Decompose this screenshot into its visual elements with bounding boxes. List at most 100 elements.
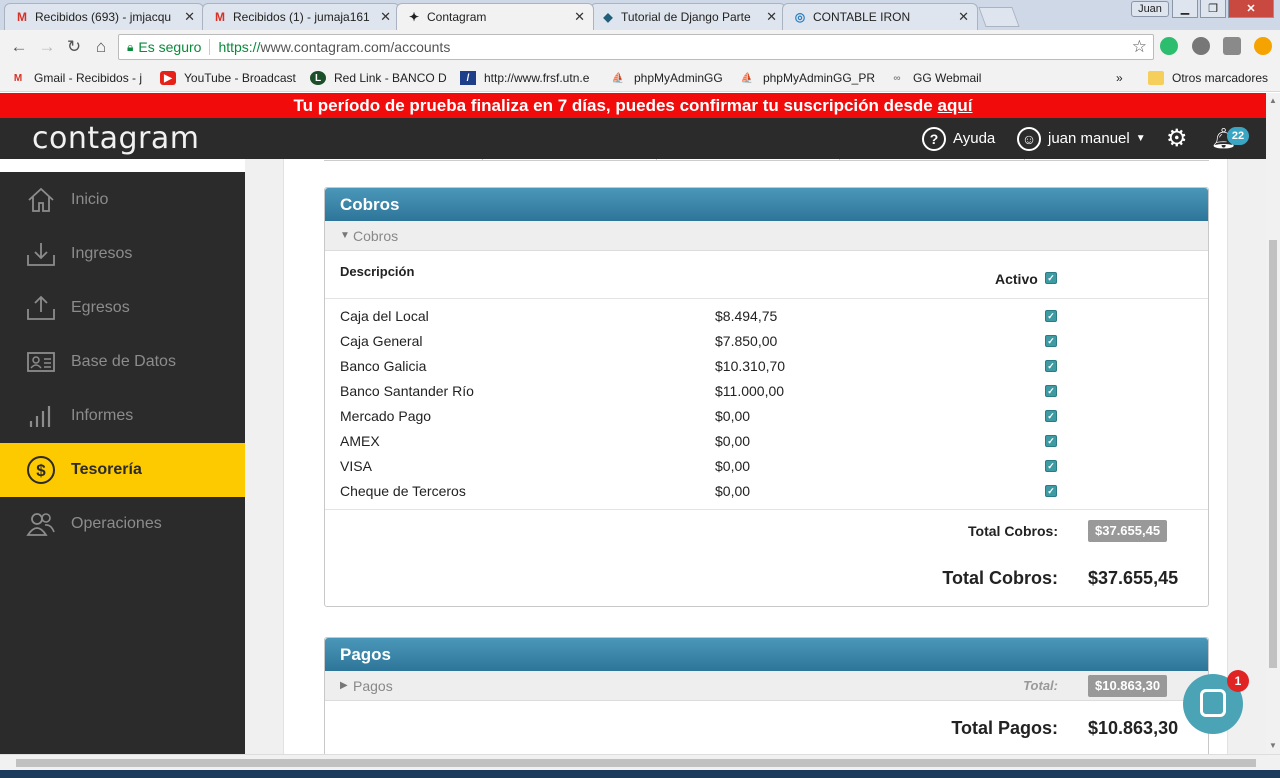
profile-chip[interactable]: Juan [1131,1,1169,17]
bookmark-item[interactable]: / http://www.frsf.utn.e [460,70,598,86]
sidebar-item-informes[interactable]: Informes [0,389,245,443]
vertical-scrollbar[interactable]: ▲ ▼ [1266,93,1280,754]
redlink-icon: L [310,71,326,85]
gmail-icon: M [215,10,225,24]
top-navbar: contagram ? Ayuda ☺ juan manuel ▼ ⚙ 🔔︎ 2… [0,118,1266,159]
pagos-total-label: Total: [1023,678,1058,693]
bookmark-item[interactable]: ⛵ phpMyAdminGG_PR [739,70,875,86]
maximize-button[interactable]: ❐ [1200,0,1226,18]
tab-title: Tutorial de Django Parte [621,10,751,24]
reload-icon[interactable]: ↻ [63,36,85,58]
divider [325,298,1208,299]
minimize-button[interactable]: ▁ [1172,0,1198,18]
active-checkbox[interactable]: ✓ [1045,385,1057,397]
extension-chat-icon[interactable] [1160,37,1178,55]
account-amount: $0,00 [715,483,751,499]
user-icon: ☺ [1017,126,1041,151]
back-icon[interactable]: ← [8,36,30,58]
active-checkbox[interactable]: ✓ [1045,310,1057,322]
bookmark-item[interactable]: ∞ GG Webmail [889,70,999,86]
contagram-logo[interactable]: contagram [32,121,200,156]
scroll-up-icon[interactable]: ▲ [1269,96,1277,105]
close-tab-icon[interactable]: ✕ [766,9,777,25]
dollar-coin-icon: $ [26,455,56,485]
help-button[interactable]: ? Ayuda [922,118,995,159]
account-amount: $8.494,75 [715,308,778,324]
select-all-active-checkbox[interactable]: ✓ [1045,272,1057,284]
new-tab-button[interactable] [978,7,1020,27]
browser-tab-active[interactable]: ✦ Contagram ✕ [396,3,594,30]
active-checkbox[interactable]: ✓ [1045,485,1057,497]
sidebar-item-egresos[interactable]: Egresos [0,281,245,335]
active-checkbox[interactable]: ✓ [1045,435,1057,447]
account-amount: $0,00 [715,408,751,424]
sidebar-item-label: Operaciones [71,515,162,532]
close-tab-icon[interactable]: ✕ [184,9,195,25]
bookmark-item[interactable]: ⛵ phpMyAdminGG [610,70,730,86]
column-header-description: Descripción [340,264,415,279]
active-checkbox[interactable]: ✓ [1045,410,1057,422]
close-tab-icon[interactable]: ✕ [958,9,969,25]
confirm-subscription-link[interactable]: aquí [937,96,972,115]
bookmark-label: http://www.frsf.utn.e [484,71,590,85]
caret-down-icon: ▼ [340,230,350,241]
tab-title: Recibidos (693) - jmjacqu [35,10,172,24]
pagos-subheader-label: Pagos [353,678,393,694]
close-tab-icon[interactable]: ✕ [574,9,585,25]
table-row: Caja General $7.850,00 ✓ [325,329,1208,354]
browser-tab[interactable]: ◆ Tutorial de Django Parte ✕ [590,3,786,30]
active-checkbox[interactable]: ✓ [1045,460,1057,472]
scrollbar-thumb[interactable] [16,759,1256,767]
bookmark-item[interactable]: L Red Link - BANCO D [310,70,448,86]
close-tab-icon[interactable]: ✕ [380,9,391,25]
sidebar-item-label: Inicio [71,191,109,208]
bookmark-item[interactable]: ▶ YouTube - Broadcast [160,70,298,86]
close-window-button[interactable]: ✕ [1228,0,1274,18]
account-description: VISA [340,458,372,474]
account-description: Caja General [340,333,423,349]
support-chat-button[interactable]: 1 [1183,670,1249,734]
upload-tray-icon [26,293,56,323]
active-checkbox[interactable]: ✓ [1045,335,1057,347]
bookmark-star-icon[interactable]: ☆ [1132,37,1147,57]
horizontal-scrollbar[interactable] [0,754,1280,770]
contable-icon: ◎ [794,10,806,24]
sidebar-item-operaciones[interactable]: Operaciones [0,497,245,551]
sidebar-item-base-de-datos[interactable]: Base de Datos [0,335,245,389]
bookmark-item[interactable]: M Gmail - Recibidos - j [10,70,150,86]
notifications-badge: 22 [1227,127,1249,145]
sidebar-item-ingresos[interactable]: Ingresos [0,227,245,281]
pagos-grand-total-value: $10.863,30 [1088,718,1179,738]
previous-table-edge [324,159,1209,161]
browser-tab-strip: M Recibidos (693) - jmjacqu ✕ M Recibido… [0,0,1280,30]
url-bar[interactable]: 🔒︎ Es seguro https:// www.contagram.com/… [118,34,1154,60]
cobros-panel-title: Cobros [325,188,1208,221]
settings-gear-icon[interactable]: ⚙ [1166,118,1188,159]
cobros-panel: Cobros ▼ Cobros Descripción Activo ✓ Caj… [324,187,1209,607]
user-menu[interactable]: ☺ juan manuel ▼ [1017,118,1146,159]
scroll-down-icon[interactable]: ▼ [1269,741,1277,750]
extension-plane-icon[interactable] [1223,37,1241,55]
account-description: AMEX [340,433,380,449]
active-checkbox[interactable]: ✓ [1045,360,1057,372]
cobros-collapse-toggle[interactable]: ▼ Cobros [325,221,1208,251]
warning-icon[interactable] [1254,37,1272,55]
extension-apple-icon[interactable] [1192,37,1210,55]
browser-tab[interactable]: M Recibidos (693) - jmjacqu ✕ [4,3,204,30]
sidebar-item-tesoreria[interactable]: $ Tesorería [0,443,245,497]
pagos-collapse-toggle[interactable]: ▶ Pagos Total: $10.863,30 [325,671,1208,701]
utn-icon: / [460,71,476,85]
browser-tab[interactable]: M Recibidos (1) - jumaja161 ✕ [202,3,400,30]
other-bookmarks[interactable]: Otros marcadores [1148,70,1276,86]
sidebar-item-inicio[interactable]: Inicio [0,173,245,227]
home-icon[interactable]: ⌂ [90,36,112,58]
browser-tab[interactable]: ◎ CONTABLE IRON ✕ [782,3,978,30]
forward-icon[interactable]: → [36,36,58,58]
bookmarks-overflow-icon[interactable]: » [1116,70,1130,86]
help-label: Ayuda [953,130,996,147]
scrollbar-thumb[interactable] [1269,240,1277,668]
users-icon [26,509,56,539]
account-description: Caja del Local [340,308,429,324]
chat-bubble-icon [1200,689,1226,717]
caret-right-icon: ▶ [340,680,348,691]
